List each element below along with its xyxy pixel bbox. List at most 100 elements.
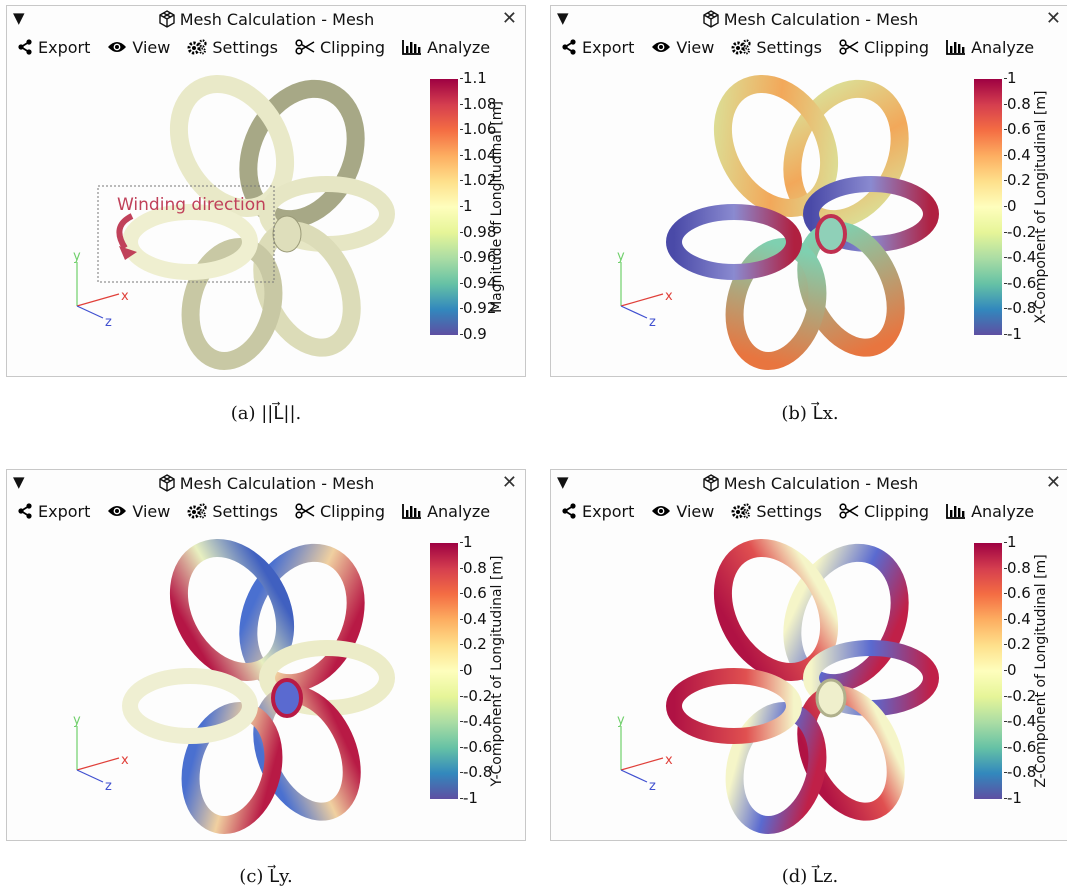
scissors-icon xyxy=(839,503,859,519)
axis-x-label: x xyxy=(121,753,129,768)
mesh-icon xyxy=(703,10,719,28)
titlebar: ▼ Mesh Calculation - Mesh ✕ xyxy=(7,470,525,496)
view-button[interactable]: View xyxy=(651,38,714,57)
colorbar-tick-label: 1.1 xyxy=(460,69,487,87)
share-icon xyxy=(562,39,576,55)
colorbar-tick-label: 0.9 xyxy=(460,325,487,343)
colorbar-tick-label: -1 xyxy=(1004,325,1022,343)
settings-button[interactable]: Settings xyxy=(187,502,278,521)
viewer-panel-magnitude: ▼ Mesh Calculation - Mesh ✕ Export View … xyxy=(6,5,526,377)
toolbar: Export View Settings Clipping Analyze xyxy=(561,499,1051,523)
colorbar-tick-label: 0.8 xyxy=(1004,94,1031,113)
analyze-button[interactable]: Analyze xyxy=(402,38,490,57)
analyze-button[interactable]: Analyze xyxy=(946,38,1034,57)
clipping-button[interactable]: Clipping xyxy=(839,38,929,57)
center-cylinder xyxy=(272,215,302,253)
colorbar-tick-label: -1 xyxy=(460,789,478,807)
close-icon[interactable]: ✕ xyxy=(502,472,517,493)
colorbar-tick-label: 0.8 xyxy=(460,558,487,577)
colorbar-tick-label: 1 xyxy=(1004,69,1017,87)
close-icon[interactable]: ✕ xyxy=(1046,472,1061,493)
analyze-button[interactable]: Analyze xyxy=(402,502,490,521)
mesh-icon xyxy=(159,474,175,492)
colorbar-tick-label: 0.6 xyxy=(1004,584,1031,603)
settings-button[interactable]: Settings xyxy=(187,38,278,57)
gears-icon xyxy=(187,39,207,55)
colorbar-title: Z-Component of Longitudinal [m] xyxy=(1033,554,1049,788)
axis-x-label: x xyxy=(665,753,673,768)
colorbar-title: X-Component of Longitudinal [m] xyxy=(1033,90,1049,324)
mesh-icon xyxy=(703,474,719,492)
axis-y-label: y xyxy=(73,249,81,264)
toolbar: Export View Settings Clipping Analyze xyxy=(17,499,507,523)
window-title: Mesh Calculation - Mesh xyxy=(7,474,525,493)
colorbar-tick-label: 1 xyxy=(460,197,473,215)
coil-mesh xyxy=(666,75,939,370)
mesh-viewport[interactable]: y x z xyxy=(551,64,961,376)
mesh-viewport[interactable]: y x z xyxy=(7,528,417,840)
bar-chart-icon xyxy=(946,40,966,55)
export-button[interactable]: Export xyxy=(561,38,634,57)
bar-chart-icon xyxy=(402,504,422,519)
coil-mesh xyxy=(666,539,939,834)
close-icon[interactable]: ✕ xyxy=(1046,8,1061,29)
axis-triad: y x z xyxy=(617,249,673,330)
analyze-button[interactable]: Analyze xyxy=(946,502,1034,521)
clipping-button[interactable]: Clipping xyxy=(839,502,929,521)
eye-icon xyxy=(652,506,671,516)
mesh-icon xyxy=(159,10,175,28)
view-button[interactable]: View xyxy=(651,502,714,521)
annotation-label: Winding direction xyxy=(117,195,266,215)
settings-button[interactable]: Settings xyxy=(731,38,822,57)
axis-z-label: z xyxy=(649,315,656,330)
mesh-viewport[interactable]: y x z xyxy=(551,528,961,840)
colorbar-tick-label: 0 xyxy=(460,661,473,679)
viewer-panel-x-component: ▼ Mesh Calculation - Mesh ✕ Export View … xyxy=(550,5,1067,377)
settings-button[interactable]: Settings xyxy=(731,502,822,521)
gears-icon xyxy=(731,39,751,55)
window-title: Mesh Calculation - Mesh xyxy=(551,10,1067,29)
colorbar-tick-label: 1 xyxy=(460,533,473,551)
axis-triad: y x z xyxy=(73,249,129,330)
caption-d: (d) L⃗z. xyxy=(781,866,839,887)
viewer-panel-y-component: ▼ Mesh Calculation - Mesh ✕ Export View … xyxy=(6,469,526,841)
export-button[interactable]: Export xyxy=(17,502,90,521)
mesh-viewport[interactable]: Winding direction y x z xyxy=(7,64,417,376)
clipping-button[interactable]: Clipping xyxy=(295,38,385,57)
colorbar xyxy=(430,543,458,799)
colorbar-tick-label: 0.4 xyxy=(1004,145,1031,164)
export-button[interactable]: Export xyxy=(17,38,90,57)
close-icon[interactable]: ✕ xyxy=(502,8,517,29)
window-title: Mesh Calculation - Mesh xyxy=(7,10,525,29)
window-title: Mesh Calculation - Mesh xyxy=(551,474,1067,493)
viewer-panel-z-component: ▼ Mesh Calculation - Mesh ✕ Export View … xyxy=(550,469,1067,841)
eye-icon xyxy=(652,42,671,52)
axis-x-label: x xyxy=(121,289,129,304)
colorbar-tick-label: 0.4 xyxy=(460,609,487,628)
axis-z-label: z xyxy=(649,779,656,794)
view-button[interactable]: View xyxy=(107,38,170,57)
center-cylinder xyxy=(271,678,303,718)
colorbar xyxy=(430,79,458,335)
colorbar-tick-label: 0.8 xyxy=(1004,558,1031,577)
axis-z-label: z xyxy=(105,315,112,330)
colorbar-tick-label: 1 xyxy=(1004,533,1017,551)
axis-x-label: x xyxy=(665,289,673,304)
scissors-icon xyxy=(839,39,859,55)
colorbar-tick-label: 0 xyxy=(1004,197,1017,215)
colorbar-title: Magnitude of Longitudinal [m] xyxy=(489,101,505,313)
axis-y-label: y xyxy=(73,713,81,728)
colorbar-tick-label: 0.6 xyxy=(460,584,487,603)
center-cylinder xyxy=(815,678,847,718)
clipping-button[interactable]: Clipping xyxy=(295,502,385,521)
colorbar xyxy=(974,79,1002,335)
eye-icon xyxy=(108,42,127,52)
titlebar: ▼ Mesh Calculation - Mesh ✕ xyxy=(551,6,1067,32)
axis-y-label: y xyxy=(617,713,625,728)
export-button[interactable]: Export xyxy=(561,502,634,521)
caption-a: (a) ||L⃗||. xyxy=(230,403,302,424)
view-button[interactable]: View xyxy=(107,502,170,521)
share-icon xyxy=(562,503,576,519)
colorbar-title: Y-Component of Longitudinal [m] xyxy=(489,555,505,787)
coil-mesh xyxy=(122,539,395,834)
